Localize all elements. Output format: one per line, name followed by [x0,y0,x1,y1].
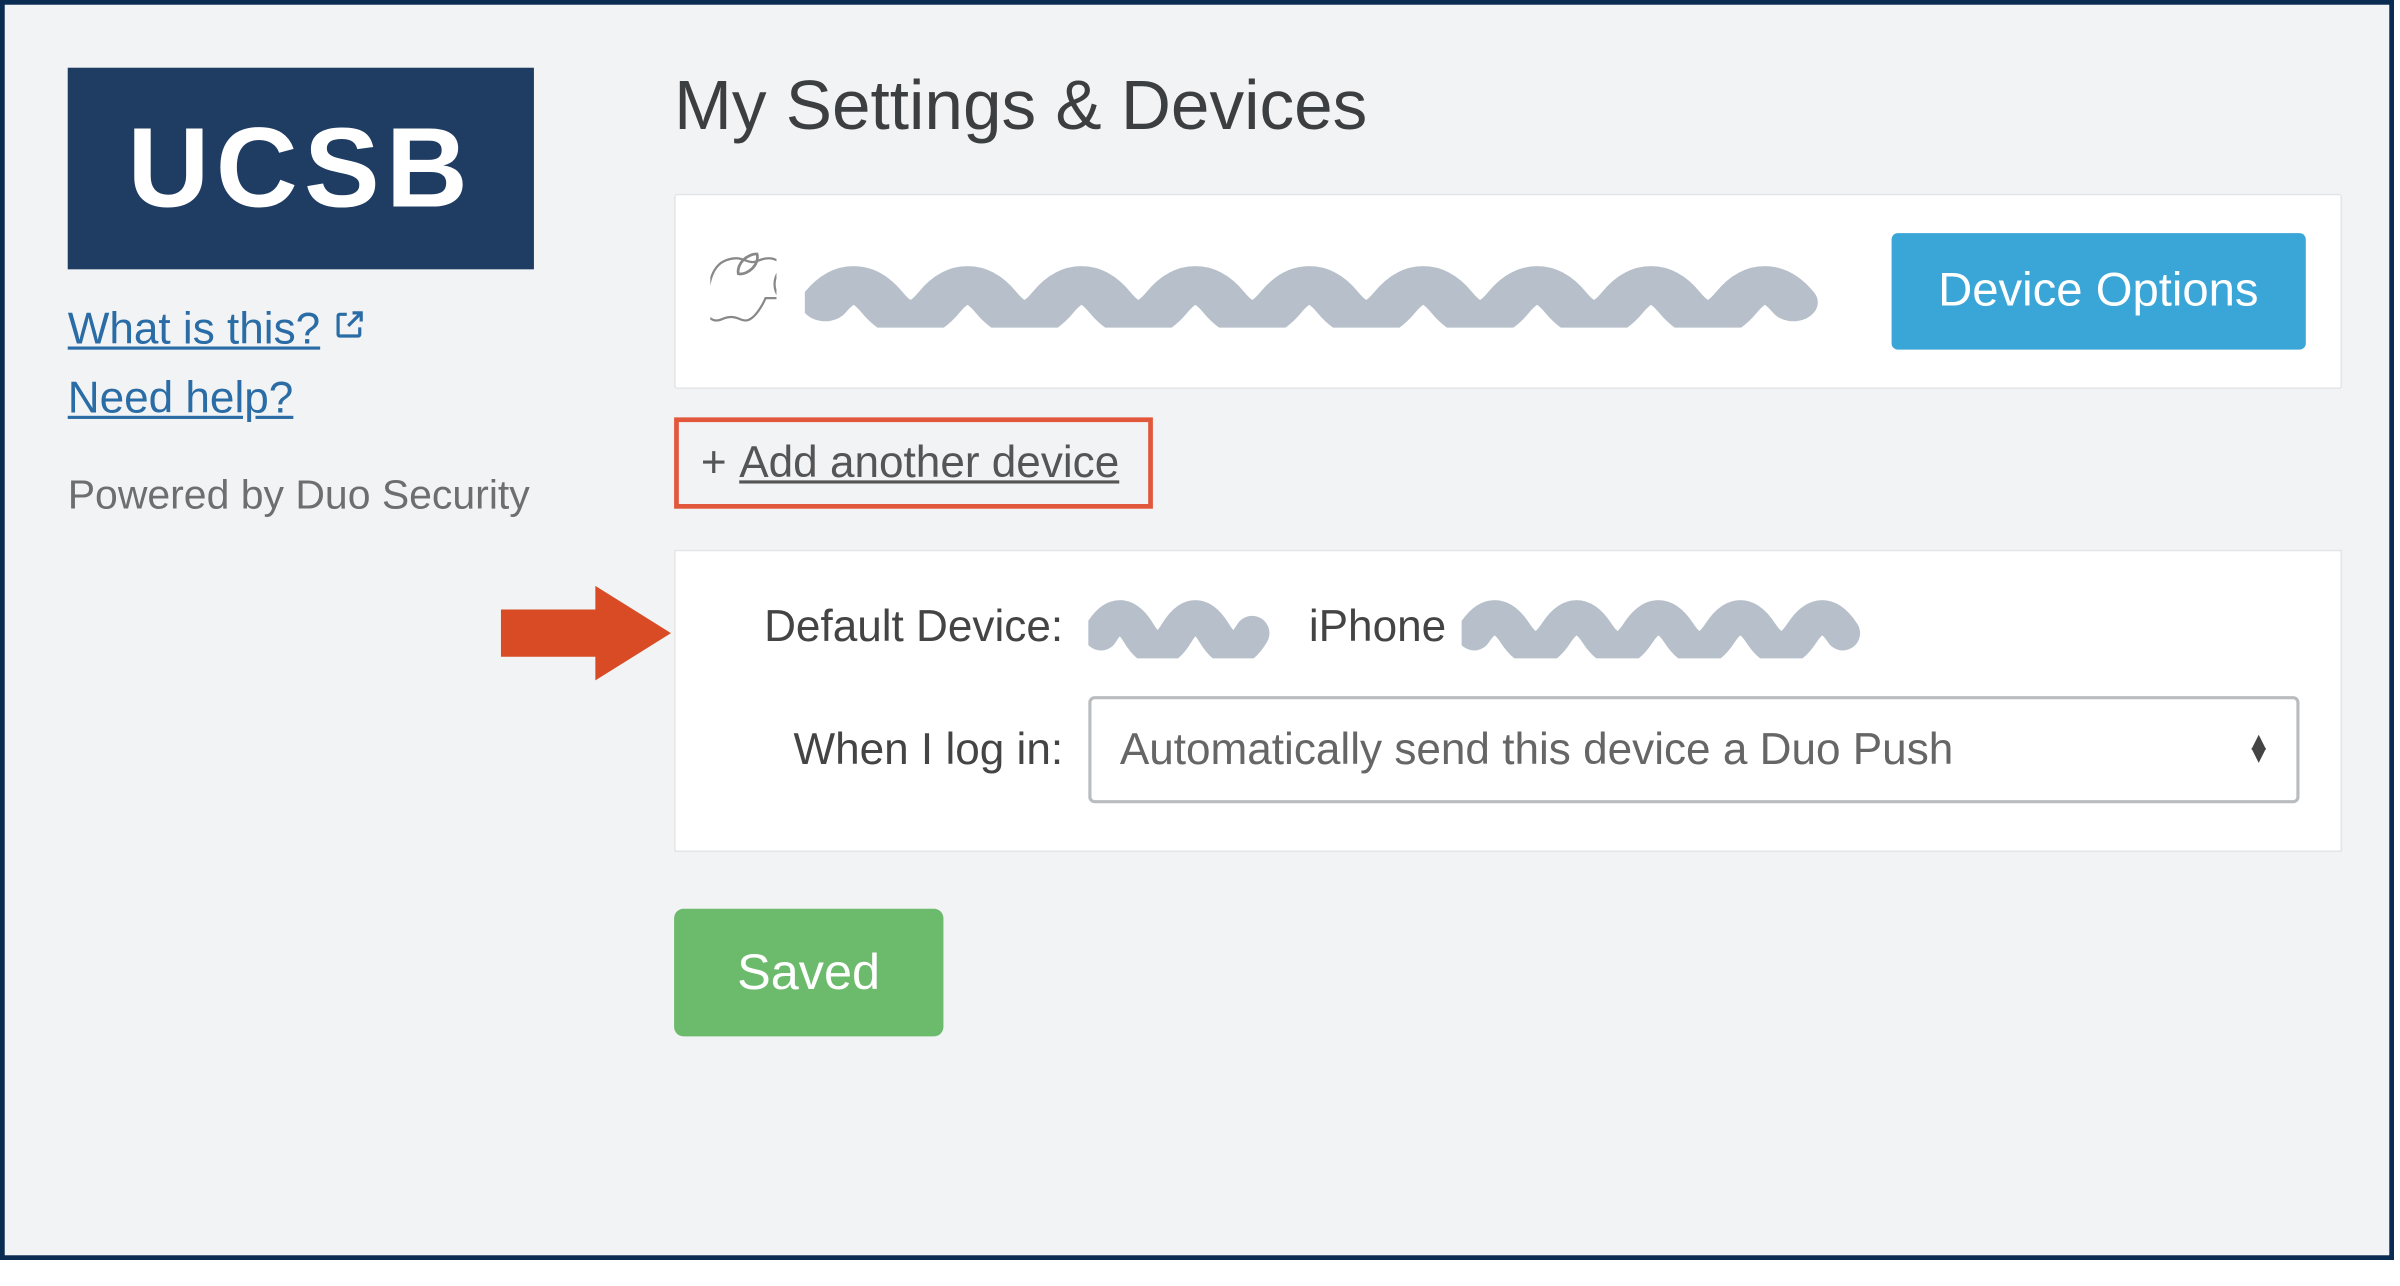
org-logo: UCSB [68,68,534,270]
device-card: Device Options [674,194,2342,389]
when-i-log-in-row: When I log in: Automatically send this d… [717,696,2300,803]
app-frame: UCSB What is this? Need help? Powered by… [0,0,2394,1260]
settings-card: Default Device: iPhone W [674,550,2342,852]
default-device-value: iPhone [1088,595,1903,658]
sidebar-links: What is this? Need help? [68,304,627,424]
main-content: My Settings & Devices Device Options + A… [627,68,2342,1208]
sidebar: UCSB What is this? Need help? Powered by… [68,68,627,1208]
saved-button[interactable]: Saved [674,909,943,1037]
need-help-label: Need help? [68,373,294,423]
device-name-redacted [805,255,1863,327]
plus-icon: + [701,438,727,488]
when-i-log-in-label: When I log in: [717,725,1064,775]
need-help-link[interactable]: Need help? [68,373,294,423]
login-action-select[interactable]: Automatically send this device a Duo Pus… [1088,696,2299,803]
device-options-button[interactable]: Device Options [1891,233,2306,350]
redacted-blob [1462,595,1903,658]
default-device-label: Default Device: [717,602,1064,652]
redacted-blob [1088,595,1293,658]
page-title: My Settings & Devices [674,68,2342,147]
external-link-icon [333,307,368,351]
org-logo-text: UCSB [128,104,475,233]
apple-icon [710,248,776,335]
powered-by-text: Powered by Duo Security [68,471,627,520]
what-is-this-link[interactable]: What is this? [68,304,368,354]
add-another-device-link[interactable]: + Add another device [674,417,1152,508]
what-is-this-label: What is this? [68,304,320,354]
default-device-row: Default Device: iPhone [717,595,2300,658]
login-action-select-wrap: Automatically send this device a Duo Pus… [1088,696,2299,803]
default-device-middle-text: iPhone [1309,602,1446,652]
add-another-device-label: Add another device [739,438,1119,488]
